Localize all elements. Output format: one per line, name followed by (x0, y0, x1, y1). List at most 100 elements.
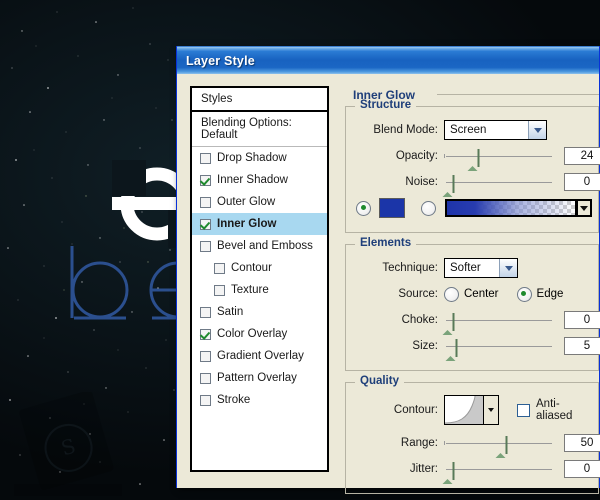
elements-group: Elements Technique: Softer Source: Cente… (345, 237, 600, 371)
style-item-inner-glow[interactable]: Inner Glow (192, 213, 327, 235)
choke-slider[interactable] (442, 311, 554, 335)
dialog-titlebar[interactable]: Layer Style (177, 46, 599, 74)
style-item-label: Gradient Overlay (217, 350, 304, 362)
radio-gradient-fill[interactable] (421, 200, 436, 216)
layer-style-dialog: Layer Style Styles Blending Options: Def… (176, 46, 600, 494)
source-edge-label: Edge (536, 288, 564, 300)
chevron-down-icon[interactable] (499, 259, 517, 277)
blending-options-item[interactable]: Blending Options: Default (192, 112, 327, 147)
gradient-picker-chevron-icon[interactable] (577, 199, 592, 217)
style-item-label: Texture (231, 284, 269, 296)
checkbox-contour[interactable] (214, 262, 225, 274)
checkbox-inner-glow[interactable] (200, 218, 211, 230)
opacity-input[interactable]: 24 (564, 147, 600, 165)
size-slider[interactable] (444, 337, 554, 361)
choke-row: Choke: 0 % (354, 309, 600, 335)
opacity-label: Opacity: (395, 150, 438, 162)
quality-group: Quality Contour: Anti-aliased Range: 50 … (345, 375, 600, 494)
technique-row: Technique: Softer (354, 257, 590, 279)
opacity-slider-handle[interactable] (467, 149, 480, 171)
checkbox-gradient-overlay[interactable] (200, 350, 211, 362)
contour-curve-icon (445, 396, 483, 424)
style-item-label: Bevel and Emboss (217, 240, 313, 252)
anti-aliased-control[interactable]: Anti-aliased (517, 398, 590, 422)
contour-row: Contour: Anti-aliased (354, 395, 590, 425)
range-slider[interactable] (444, 434, 554, 458)
source-row: Source: Center Edge (354, 283, 590, 305)
checkbox-bevel-and-emboss[interactable] (200, 240, 211, 252)
anti-aliased-label: Anti-aliased (536, 398, 573, 422)
radio-source-center[interactable] (444, 286, 459, 302)
jitter-row: Jitter: 0 % (354, 458, 600, 484)
jitter-input[interactable]: 0 (564, 460, 600, 478)
range-slider-handle[interactable] (495, 436, 508, 458)
style-item-label: Stroke (217, 394, 251, 406)
glow-gradient-swatch[interactable] (445, 199, 577, 217)
screen: S Layer Style Styles Blending Options: D… (0, 0, 600, 500)
opacity-row: Opacity: 24 % (354, 145, 600, 171)
style-item-satin[interactable]: Satin (192, 301, 327, 323)
style-item-stroke[interactable]: Stroke (192, 389, 327, 411)
chevron-down-icon[interactable] (528, 121, 546, 139)
radio-color-fill[interactable] (356, 200, 371, 216)
checkbox-anti-aliased[interactable] (517, 403, 530, 417)
glow-color-swatch[interactable] (379, 198, 405, 218)
elements-legend: Elements (355, 237, 417, 249)
noise-label: Noise: (405, 176, 438, 188)
checkbox-texture[interactable] (214, 284, 225, 296)
style-item-contour[interactable]: Contour (192, 257, 327, 279)
checkbox-inner-shadow[interactable] (200, 174, 211, 186)
source-center-label: Center (464, 288, 499, 300)
size-input[interactable]: 5 (564, 337, 600, 355)
style-item-label: Inner Shadow (217, 174, 288, 186)
style-item-label: Outer Glow (217, 196, 276, 208)
style-item-inner-shadow[interactable]: Inner Shadow (192, 169, 327, 191)
style-item-label: Satin (217, 306, 244, 318)
style-item-gradient-overlay[interactable]: Gradient Overlay (192, 345, 327, 367)
blend-mode-label: Blend Mode: (373, 124, 438, 136)
technique-select[interactable]: Softer (444, 258, 518, 278)
source-label: Source: (398, 288, 438, 300)
checkbox-stroke[interactable] (200, 394, 211, 406)
range-input[interactable]: 50 (564, 434, 600, 452)
style-item-drop-shadow[interactable]: Drop Shadow (192, 147, 327, 169)
style-item-texture[interactable]: Texture (192, 279, 327, 301)
technique-label: Technique: (382, 262, 438, 274)
glow-fill-row (354, 197, 592, 219)
styles-header[interactable]: Styles (192, 88, 327, 112)
choke-slider-handle[interactable] (442, 313, 455, 335)
contour-preview[interactable] (444, 395, 484, 425)
size-row: Size: 5 px (354, 335, 600, 361)
style-item-label: Color Overlay (217, 328, 288, 340)
style-item-outer-glow[interactable]: Outer Glow (192, 191, 327, 213)
jitter-slider-handle[interactable] (442, 462, 455, 484)
checkbox-pattern-overlay[interactable] (200, 372, 211, 384)
style-item-pattern-overlay[interactable]: Pattern Overlay (192, 367, 327, 389)
opacity-slider[interactable] (444, 147, 554, 171)
blend-mode-select[interactable]: Screen (444, 120, 547, 140)
checkbox-outer-glow[interactable] (200, 196, 211, 208)
range-label: Range: (400, 437, 438, 449)
jitter-slider[interactable] (442, 460, 554, 484)
styles-list-panel: Styles Blending Options: Default Drop Sh… (190, 86, 329, 472)
size-slider-handle[interactable] (445, 339, 458, 361)
blend-mode-row: Blend Mode: Screen (354, 119, 590, 141)
quality-legend: Quality (355, 375, 404, 387)
structure-legend: Structure (355, 99, 417, 111)
checkbox-satin[interactable] (200, 306, 211, 318)
radio-source-edge[interactable] (516, 286, 532, 302)
structure-group: Structure Blend Mode: Screen Opacity: 24… (345, 99, 600, 233)
noise-input[interactable]: 0 (564, 173, 600, 191)
effect-settings-panel: Inner Glow Structure Blend Mode: Screen … (345, 86, 600, 494)
style-item-label: Drop Shadow (217, 152, 287, 164)
style-item-bevel-and-emboss[interactable]: Bevel and Emboss (192, 235, 327, 257)
noise-slider-handle[interactable] (442, 175, 455, 197)
checkbox-drop-shadow[interactable] (200, 152, 211, 164)
style-item-color-overlay[interactable]: Color Overlay (192, 323, 327, 345)
choke-input[interactable]: 0 (564, 311, 600, 329)
contour-picker-chevron-icon[interactable] (484, 395, 499, 425)
range-row: Range: 50 % (354, 432, 600, 458)
checkbox-color-overlay[interactable] (200, 328, 211, 340)
style-item-label: Inner Glow (217, 218, 277, 230)
noise-slider[interactable] (442, 173, 554, 197)
